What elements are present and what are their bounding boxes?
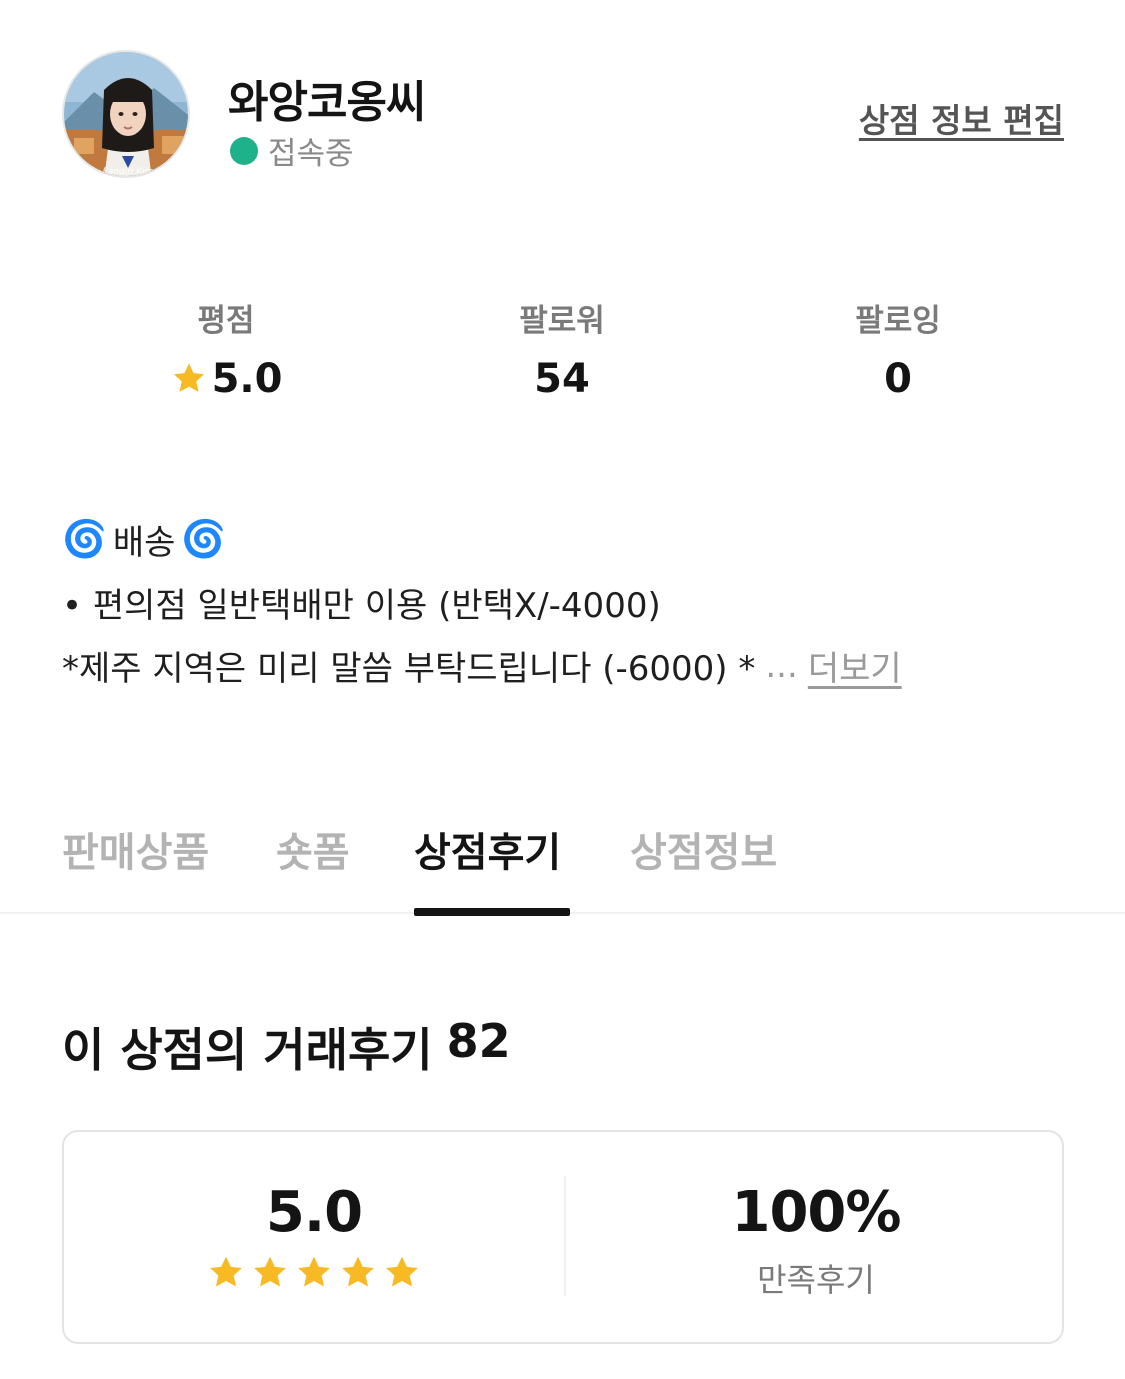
rating-stars [64, 1253, 564, 1293]
star-icon [173, 363, 204, 392]
satisfaction-value: 100% [731, 1180, 901, 1245]
stat-followers-value: 54 [534, 356, 590, 402]
star-icon [298, 1256, 330, 1287]
edit-store-info-link[interactable]: 상점 정보 편집 [859, 94, 1064, 142]
star-icon [342, 1256, 374, 1287]
tab-reviews-label: 상점후기 [414, 830, 562, 876]
store-tabs: 판매상품 숏폼 상점후기 상점정보 [0, 820, 1125, 916]
description-title: 배송 [112, 523, 176, 563]
stat-rating-value: 5.0 [211, 356, 283, 402]
avatar-signature: Fangirl Kim [103, 167, 154, 177]
cyclone-icon: 🌀 [181, 518, 227, 560]
online-status-dot [230, 136, 258, 165]
stat-following-label: 팔로잉 [855, 303, 941, 339]
avatar[interactable]: Fangirl Kim [62, 50, 190, 178]
reviews-heading-text: 이 상점의 거래후기 [62, 1023, 433, 1077]
description-ellipsis: ... [765, 645, 798, 686]
stat-rating-value-row: 5.0 [96, 356, 356, 402]
satisfaction-label: 만족후기 [757, 1261, 875, 1299]
star-icon [386, 1256, 418, 1287]
tab-reviews[interactable]: 상점후기 [414, 820, 570, 916]
store-description: 🌀 배송 🌀 • 편의점 일반택배만 이용 (반택X/-4000) *제주 지역… [62, 508, 1072, 697]
average-rating-value: 5.0 [265, 1180, 363, 1245]
description-line-1: • 편의점 일반택배만 이용 (반택X/-4000) [62, 586, 661, 626]
stat-rating[interactable]: 평점 5.0 [96, 295, 356, 402]
description-more-link[interactable]: 더보기 [808, 641, 902, 690]
stat-followers[interactable]: 팔로워 54 [432, 295, 692, 402]
star-icon [254, 1256, 286, 1287]
stat-following[interactable]: 팔로잉 0 [768, 295, 1028, 402]
store-name: 와앙코옹씨 [228, 77, 426, 128]
online-status-text: 접속중 [268, 136, 354, 172]
store-profile-page: Fangirl Kim 와앙코옹씨 접속중 상점 정보 편집 평점 5.0 팔로… [0, 0, 1125, 1379]
stat-followers-label: 팔로워 [519, 303, 605, 339]
stat-following-value: 0 [884, 356, 912, 402]
description-title-line: 🌀 배송 🌀 [62, 508, 1072, 571]
description-line-2: *제주 지역은 미리 말씀 부탁드립니다 (-6000) * ... 더보기 [62, 634, 1072, 697]
tab-products[interactable]: 판매상품 [62, 820, 209, 914]
online-status: 접속중 [230, 128, 354, 173]
review-summary-card: 5.0 100% 만족후기 [62, 1130, 1064, 1344]
tab-store-info[interactable]: 상점정보 [630, 820, 777, 914]
reviews-count: 82 [446, 1014, 511, 1068]
avatar-image: Fangirl Kim [64, 52, 188, 177]
reviews-heading: 이 상점의 거래후기 82 [62, 1014, 511, 1080]
description-line-2-text: *제주 지역은 미리 말씀 부탁드립니다 (-6000) * [62, 649, 756, 689]
star-icon [210, 1256, 242, 1287]
stat-rating-label: 평점 [197, 303, 255, 339]
cyclone-icon: 🌀 [62, 518, 107, 560]
active-tab-indicator [414, 908, 570, 916]
satisfaction-section: 100% 만족후기 [566, 1132, 1066, 1346]
tab-shorts[interactable]: 숏폼 [276, 820, 350, 914]
average-rating-section: 5.0 [64, 1132, 564, 1346]
